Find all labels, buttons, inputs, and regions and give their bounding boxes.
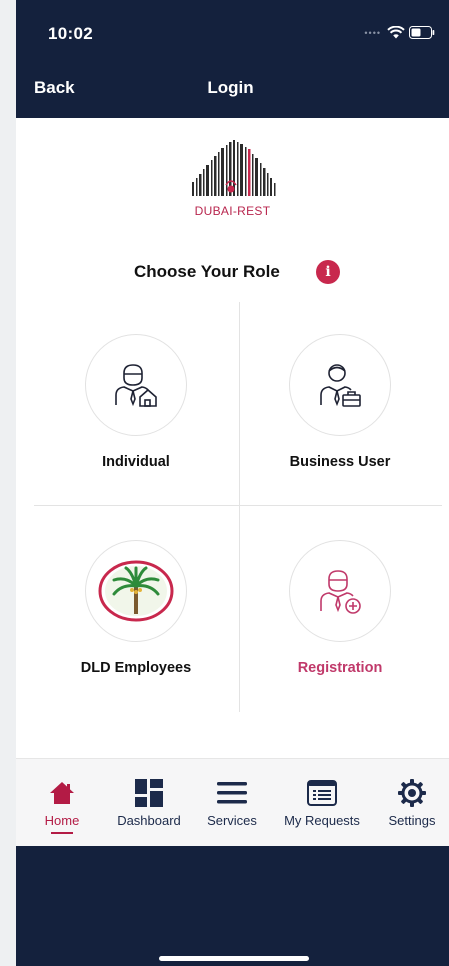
status-icons: •••• <box>364 26 435 39</box>
tab-my-requests[interactable]: My Requests <box>278 777 366 828</box>
role-individual-label: Individual <box>102 454 170 470</box>
status-bar: 10:02 •••• <box>16 0 449 58</box>
palm-tree-emblem-icon <box>98 560 174 622</box>
role-dld-employees-label: DLD Employees <box>80 660 192 676</box>
phone-screen: 10:02 •••• Back Login DUBAI-REST Choose … <box>16 0 449 966</box>
active-tab-indicator <box>51 832 73 834</box>
battery-icon <box>409 26 435 39</box>
grid-divider-vertical <box>239 302 240 712</box>
tab-my-requests-label: My Requests <box>284 813 360 828</box>
tab-home[interactable]: Home <box>42 777 82 834</box>
businessman-briefcase-icon <box>320 364 361 407</box>
role-individual-circle <box>85 334 187 436</box>
navigation-bar: Back Login <box>16 58 449 118</box>
info-icon[interactable]: i <box>316 260 340 284</box>
grid-divider-horizontal <box>34 505 442 506</box>
tab-services[interactable]: Services <box>200 777 264 828</box>
home-indicator-area <box>16 846 449 966</box>
role-business-user-label: Business User <box>289 454 391 470</box>
tab-settings-label: Settings <box>388 813 436 828</box>
role-registration[interactable]: Registration <box>250 540 430 676</box>
tab-settings[interactable]: Settings <box>382 777 442 828</box>
role-registration-label: Registration <box>297 660 383 676</box>
person-add-icon <box>320 570 361 614</box>
person-house-icon <box>115 364 157 407</box>
bottom-tab-bar: Home Dashboard Services My Requests Sett… <box>16 758 449 847</box>
gear-icon <box>398 779 426 807</box>
tab-dashboard-label: Dashboard <box>117 813 181 828</box>
tab-services-label: Services <box>207 813 257 828</box>
page-title: Login <box>207 78 254 97</box>
role-business-user-circle <box>289 334 391 436</box>
status-time: 10:02 <box>48 24 93 43</box>
choose-role-heading: Choose Your Role <box>134 262 280 281</box>
role-registration-circle <box>289 540 391 642</box>
role-business-user[interactable]: Business User <box>250 334 430 470</box>
role-individual[interactable]: Individual <box>46 334 226 470</box>
tab-home-label: Home <box>44 813 80 828</box>
role-dld-employees[interactable]: DLD Employees <box>46 540 226 676</box>
home-icon <box>50 782 74 804</box>
role-dld-employees-circle <box>85 540 187 642</box>
wifi-icon <box>387 26 405 39</box>
tab-dashboard[interactable]: Dashboard <box>110 777 188 828</box>
home-indicator[interactable] <box>159 956 309 961</box>
dashboard-grid-icon <box>135 779 163 807</box>
list-card-icon <box>307 780 337 806</box>
menu-lines-icon <box>217 782 247 804</box>
logo-text: DUBAI-REST <box>194 204 271 218</box>
page-title-container: Login <box>16 78 449 98</box>
signal-dots-icon: •••• <box>364 27 381 38</box>
